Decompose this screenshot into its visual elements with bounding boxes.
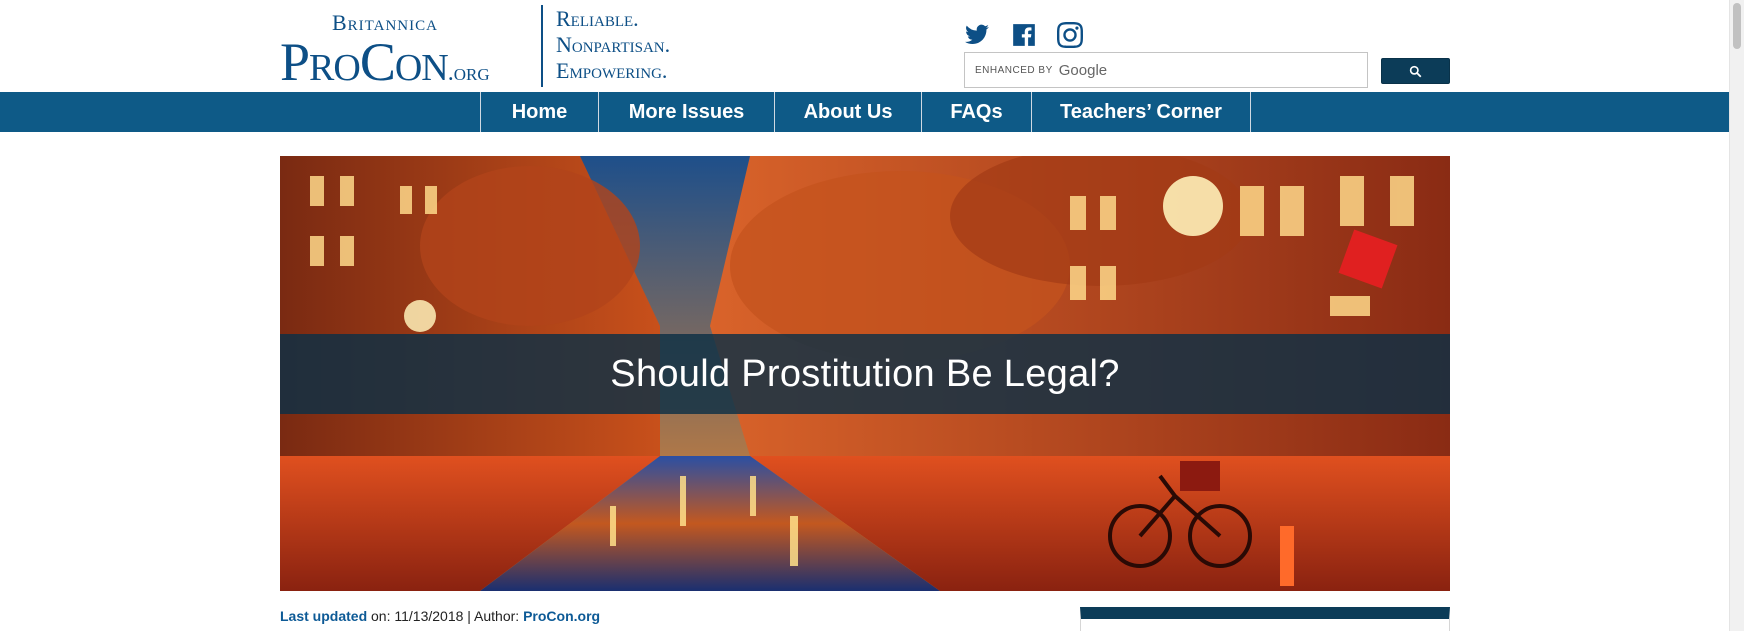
page-title: Should Prostitution Be Legal?	[610, 352, 1120, 395]
search-google-label: Google	[1058, 61, 1108, 79]
tagline-line: Empowering.	[556, 58, 668, 83]
nav-item-about-us[interactable]: About Us	[775, 92, 922, 132]
tagline-line: Reliable.	[556, 6, 639, 31]
nav-item-teachers-corner[interactable]: Teachers’ Corner	[1032, 92, 1251, 132]
instagram-icon[interactable]	[1055, 20, 1085, 50]
hero-banner: Should Prostitution Be Legal?	[280, 156, 1450, 591]
twitter-icon[interactable]	[962, 20, 992, 50]
logo-divider	[541, 5, 543, 87]
search-button[interactable]	[1381, 58, 1450, 84]
hero-title-band: Should Prostitution Be Legal?	[280, 334, 1450, 414]
search-enhanced-by-label: enhanced by	[975, 64, 1053, 76]
search-icon	[1409, 65, 1422, 77]
meta-text: on: 11/13/2018 | Author:	[367, 608, 524, 624]
page-scrollbar[interactable]	[1729, 0, 1744, 631]
nav-items: Home More Issues About Us FAQs Teachers’…	[480, 92, 1251, 132]
procon-logo[interactable]: Britannica ProCon.org	[280, 6, 542, 92]
tagline: Reliable. Nonpartisan. Empowering.	[556, 6, 696, 84]
nav-item-faqs[interactable]: FAQs	[922, 92, 1032, 132]
article-meta: Last updated on: 11/13/2018 | Author: Pr…	[280, 608, 600, 624]
nav-item-more-issues[interactable]: More Issues	[599, 92, 775, 132]
sidebar-panel	[1080, 607, 1450, 631]
author-link[interactable]: ProCon.org	[523, 608, 600, 624]
facebook-icon[interactable]	[1009, 20, 1039, 50]
main-nav: Home More Issues About Us FAQs Teachers’…	[0, 92, 1729, 132]
site-header: Britannica ProCon.org Reliable. Nonparti…	[0, 0, 1744, 92]
tagline-line: Nonpartisan.	[556, 32, 671, 57]
search-input[interactable]: enhanced by Google	[964, 52, 1368, 88]
last-updated-link[interactable]: Last updated	[280, 608, 367, 624]
scrollbar-thumb[interactable]	[1733, 3, 1741, 49]
nav-item-home[interactable]: Home	[481, 92, 599, 132]
